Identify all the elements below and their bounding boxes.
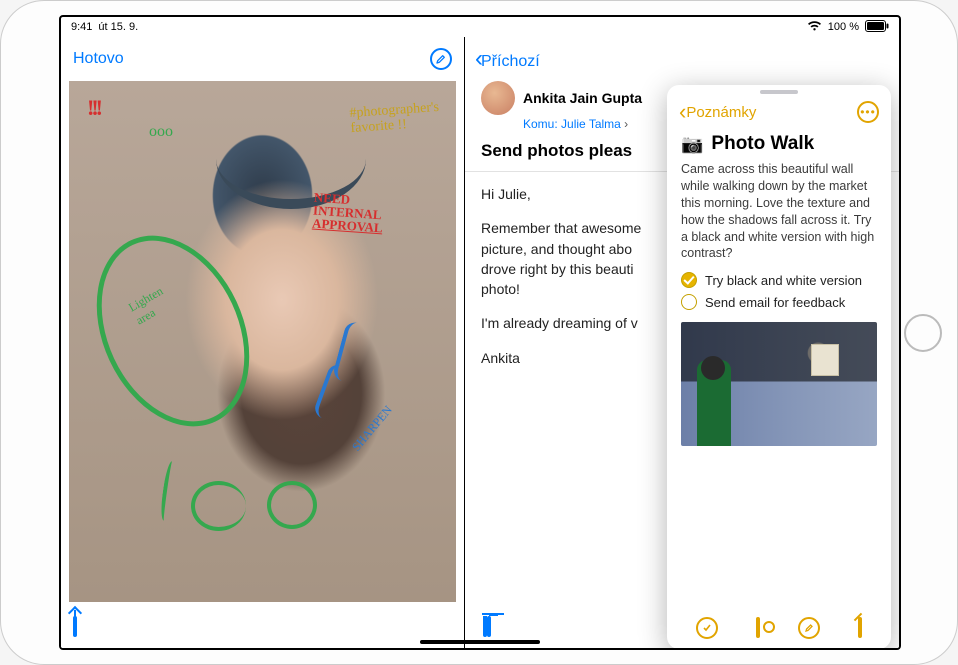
ipad-frame: 9:41 út 15. 9. 100 % Hotovo <box>0 0 958 665</box>
camera-icon: 📷 <box>681 134 703 155</box>
wifi-icon <box>807 20 822 34</box>
notes-toolbar: Poznámky ••• <box>667 91 891 133</box>
home-button[interactable] <box>904 314 942 352</box>
notes-compose-button[interactable] <box>858 619 862 637</box>
share-icon <box>73 616 77 637</box>
mail-back-button[interactable]: Příchozí <box>475 45 540 73</box>
avatar <box>481 81 515 115</box>
notes-back-button[interactable]: Poznámky <box>679 99 756 125</box>
notes-checklist-button[interactable] <box>696 617 718 639</box>
annotation-need-internal-approval: NEED INTERNAL APPROVAL <box>312 191 385 235</box>
note-content[interactable]: 📷 Photo Walk Came across this beautiful … <box>667 133 891 607</box>
image-detail <box>811 344 839 376</box>
compose-icon <box>858 617 862 638</box>
photos-toolbar: Hotovo <box>61 37 464 81</box>
share-button[interactable] <box>73 618 77 636</box>
status-time: 9:41 <box>71 21 92 33</box>
photos-bottom-toolbar <box>61 606 464 648</box>
annotation-green-circle <box>267 481 317 529</box>
battery-icon <box>865 20 889 35</box>
notes-bottom-toolbar <box>667 607 891 648</box>
markup-tool-button[interactable] <box>430 48 452 70</box>
photo-markup-canvas[interactable]: !!! ooo #photographer's favorite !! NEED… <box>69 81 456 602</box>
mail-line: Remember that awesome <box>481 220 641 236</box>
screen: 9:41 út 15. 9. 100 % Hotovo <box>59 15 901 650</box>
note-title: Photo Walk <box>711 133 814 155</box>
checkbox-unchecked-icon[interactable] <box>681 294 697 310</box>
checkbox-checked-icon[interactable] <box>681 272 697 288</box>
folder-icon <box>487 616 491 637</box>
sender-name: Ankita Jain Gupta <box>523 90 642 106</box>
camera-icon <box>756 617 760 638</box>
checklist-item-label: Try black and white version <box>705 273 862 288</box>
checklist-item-label: Send email for feedback <box>705 295 845 310</box>
move-to-folder-button[interactable] <box>487 618 491 636</box>
mail-toolbar: Příchozí <box>465 37 899 81</box>
note-attached-image[interactable] <box>681 322 877 446</box>
notes-camera-button[interactable] <box>756 619 760 637</box>
done-button[interactable]: Hotovo <box>73 50 124 68</box>
notes-slide-over[interactable]: Poznámky ••• 📷 Photo Walk Came across th… <box>667 85 891 648</box>
recipient-label: Komu: <box>523 117 558 131</box>
annotation-green-stroke <box>191 481 246 531</box>
annotation-exclamations: !!! <box>87 95 100 121</box>
note-checklist: Try black and white version Send email f… <box>681 272 877 310</box>
split-view-workspace: Hotovo !!! ooo #photographer's favorite … <box>61 37 899 648</box>
photos-markup-app: Hotovo !!! ooo #photographer's favorite … <box>61 37 465 648</box>
status-bar: 9:41 út 15. 9. 100 % <box>61 17 899 37</box>
mail-line: picture, and thought abo <box>481 241 632 257</box>
notes-markup-button[interactable] <box>798 617 820 639</box>
annotation-green-small-circles: ooo <box>149 123 173 141</box>
checklist-item[interactable]: Send email for feedback <box>681 294 877 310</box>
status-date: út 15. 9. <box>98 21 138 33</box>
note-body-text: Came across this beautiful wall while wa… <box>681 161 877 262</box>
recipient-name: Julie Talma <box>561 117 621 131</box>
ellipsis-icon: ••• <box>860 105 876 119</box>
battery-percent: 100 % <box>828 21 859 33</box>
notes-more-button[interactable]: ••• <box>857 101 879 123</box>
home-indicator[interactable] <box>420 640 540 644</box>
mail-line: drove right by this beauti <box>481 261 634 277</box>
annotation-photographers-favorite: #photographer's favorite !! <box>349 100 441 137</box>
mail-line: photo! <box>481 281 520 297</box>
checklist-item[interactable]: Try black and white version <box>681 272 877 288</box>
